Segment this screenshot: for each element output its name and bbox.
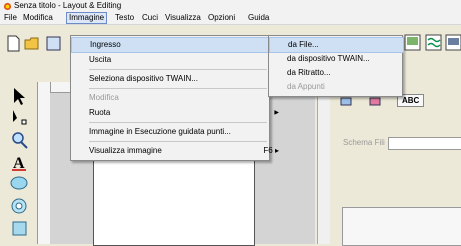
submenu-item-da-file-label: da File... <box>288 40 319 49</box>
menu-opzioni[interactable]: Opzioni <box>206 13 237 23</box>
text-tool-icon[interactable]: A <box>9 152 30 172</box>
menu-visualizza[interactable]: Visualizza <box>163 13 203 23</box>
menu-item-uscita-label: Uscita <box>89 55 112 64</box>
shortcut-key: F6 <box>263 146 273 155</box>
display-icon[interactable] <box>445 34 461 51</box>
point-edit-icon[interactable] <box>9 108 30 128</box>
menu-separator <box>89 88 267 89</box>
menu-item-immagine-esecuzione-label: Immagine in Esecuzione guidata punti... <box>89 127 231 136</box>
menu-item-visualizza-immagine-label: Visualizza immagine <box>89 146 162 155</box>
submenu-item-da-twain[interactable]: da dispositivo TWAIN... <box>269 52 402 66</box>
open-folder-icon[interactable] <box>24 35 41 52</box>
schema-fili-label: Schema Fili <box>343 138 385 147</box>
submenu-item-da-twain-label: da dispositivo TWAIN... <box>287 54 370 63</box>
image-tool-icon[interactable] <box>45 35 62 52</box>
menu-item-ruota[interactable]: Ruota ▶ <box>71 106 285 120</box>
menu-item-uscita[interactable]: Uscita ▶ <box>71 53 285 67</box>
preview-box <box>342 207 461 246</box>
select-arrow-icon[interactable] <box>9 86 30 106</box>
submenu-item-da-ritratto-label: da Ritratto... <box>287 68 331 77</box>
menu-item-seleziona-twain-label: Seleziona dispositivo TWAIN... <box>89 74 198 83</box>
vertical-scrollbar[interactable] <box>317 82 330 244</box>
schema-fili-field[interactable] <box>388 137 461 150</box>
submenu-arrow-icon: ▶ <box>274 110 279 116</box>
window-title: Senza titolo - Layout & Editing <box>14 1 122 10</box>
circle-tool-icon[interactable] <box>9 196 30 216</box>
vertical-ruler <box>37 82 51 244</box>
menu-separator <box>89 141 267 142</box>
sss-stitch-icon[interactable] <box>425 34 442 51</box>
brush-tool-icon[interactable] <box>9 218 30 238</box>
app-logo-icon <box>3 2 12 11</box>
menu-bar: File Modifica Immagine Testo Cuci Visual… <box>0 12 461 25</box>
menu-separator <box>89 69 267 70</box>
shape-tool-icon[interactable] <box>9 174 30 194</box>
submenu-item-da-ritratto[interactable]: da Ritratto... <box>269 66 402 80</box>
menu-item-modifica-label: Modifica <box>89 93 119 102</box>
menu-guida[interactable]: Guida <box>246 13 271 23</box>
stitch-simulator-icon[interactable] <box>404 34 421 51</box>
menu-item-modifica: Modifica <box>71 91 285 105</box>
menu-item-ingresso-label: Ingresso <box>90 40 121 49</box>
new-file-icon[interactable] <box>5 35 22 52</box>
menu-item-seleziona-twain[interactable]: Seleziona dispositivo TWAIN... <box>71 72 285 86</box>
immagine-menu: Ingresso ▶ Uscita ▶ Seleziona dispositiv… <box>70 35 287 161</box>
menu-cuci[interactable]: Cuci <box>140 13 160 23</box>
ingresso-submenu: da File... da dispositivo TWAIN... da Ri… <box>268 35 404 97</box>
attributes-panel: ABC Schema Fili <box>330 82 461 246</box>
menu-modifica[interactable]: Modifica <box>21 13 55 23</box>
menu-item-ingresso[interactable]: Ingresso ▶ <box>71 37 287 53</box>
submenu-item-da-file[interactable]: da File... <box>269 37 404 53</box>
menu-file[interactable]: File <box>2 13 19 23</box>
menu-item-ruota-label: Ruota <box>89 108 111 117</box>
zoom-icon[interactable] <box>9 130 30 150</box>
menu-immagine[interactable]: Immagine <box>66 12 108 24</box>
menu-item-visualizza-immagine[interactable]: Visualizza immagine F6 ▸ <box>71 144 285 158</box>
menu-item-immagine-esecuzione[interactable]: Immagine in Esecuzione guidata punti... <box>71 125 285 139</box>
menu-separator <box>89 122 267 123</box>
submenu-item-da-appunti-label: da Appunti <box>287 82 325 91</box>
menu-testo[interactable]: Testo <box>113 13 136 23</box>
submenu-item-da-appunti: da Appunti <box>269 80 402 94</box>
tool-palette: A <box>0 82 36 244</box>
title-bar: Senza titolo - Layout & Editing <box>0 0 461 12</box>
shortcut-label: F6 ▸ <box>263 146 279 155</box>
